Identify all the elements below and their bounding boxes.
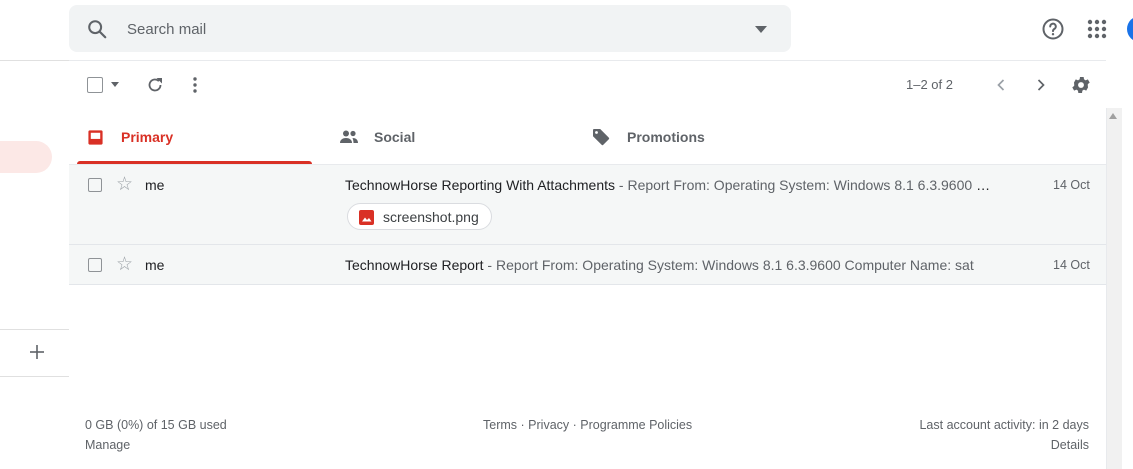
search-input[interactable]: [125, 15, 729, 44]
footer-separator: ·: [572, 418, 577, 432]
sidebar-active-item[interactable]: [0, 141, 52, 173]
email-sender: me: [145, 257, 165, 273]
search-bar[interactable]: [69, 5, 791, 52]
search-icon[interactable]: [86, 18, 108, 40]
footer-links: Terms · Privacy · Programme Policies: [483, 418, 692, 432]
more-options-icon[interactable]: [185, 75, 205, 95]
add-label-icon[interactable]: [28, 343, 46, 361]
privacy-link[interactable]: Privacy: [528, 418, 569, 432]
email-subject-line: TechnowHorse Reporting With Attachments …: [345, 177, 997, 193]
email-snippet: - Report From: Operating System: Windows…: [618, 177, 997, 193]
email-sender: me: [145, 177, 165, 193]
refresh-icon[interactable]: [145, 75, 165, 95]
footer-separator: ·: [520, 418, 525, 432]
storage-usage: 0 GB (0%) of 15 GB used: [85, 418, 227, 432]
terms-link[interactable]: Terms: [483, 418, 517, 432]
attachment-chip[interactable]: screenshot.png: [347, 203, 492, 230]
email-subject: TechnowHorse Reporting With Attachments: [345, 177, 616, 193]
star-icon[interactable]: ☆: [116, 255, 133, 274]
select-dropdown-caret-icon[interactable]: [110, 82, 120, 88]
toolbar-top-border: [69, 60, 1106, 61]
sidebar-divider: [0, 329, 69, 330]
attachment-name: screenshot.png: [383, 209, 479, 225]
scrollbar[interactable]: [1106, 108, 1122, 469]
account-avatar[interactable]: [1127, 16, 1133, 42]
people-icon: [340, 130, 358, 143]
manage-storage-link[interactable]: Manage: [85, 438, 130, 452]
email-subject: TechnowHorse Report: [345, 257, 484, 273]
tab-primary[interactable]: Primary: [87, 110, 173, 164]
page-count: 1–2 of 2: [906, 77, 953, 92]
scroll-up-arrow-icon[interactable]: [1109, 113, 1117, 119]
email-date: 14 Oct: [1053, 258, 1090, 272]
email-snippet: - Report From: Operating System: Windows…: [483, 257, 974, 273]
apps-grid-icon[interactable]: [1085, 17, 1109, 41]
help-circle-icon[interactable]: [1041, 17, 1065, 41]
last-account-activity: Last account activity: in 2 days: [919, 418, 1089, 432]
sidebar-divider: [0, 60, 69, 61]
email-date: 14 Oct: [1053, 178, 1090, 192]
select-all-checkbox[interactable]: [87, 77, 103, 93]
image-file-icon: [359, 210, 374, 225]
details-link[interactable]: Details: [1051, 438, 1089, 452]
programme-policies-link[interactable]: Programme Policies: [580, 418, 692, 432]
email-subject-line: TechnowHorse Report - Report From: Opera…: [345, 257, 997, 273]
row-checkbox[interactable]: [88, 258, 102, 272]
tab-label: Promotions: [627, 129, 705, 145]
inbox-icon: [88, 129, 103, 145]
star-icon[interactable]: ☆: [116, 175, 133, 194]
tab-promotions[interactable]: Promotions: [592, 110, 705, 164]
tag-icon: [593, 129, 610, 146]
sidebar-divider: [0, 376, 69, 377]
settings-gear-icon[interactable]: [1070, 74, 1092, 96]
row-checkbox[interactable]: [88, 178, 102, 192]
tab-label: Primary: [121, 129, 174, 145]
chevron-right-icon[interactable]: [1031, 75, 1051, 95]
chevron-left-icon[interactable]: [991, 75, 1011, 95]
search-options-caret-icon[interactable]: [753, 23, 769, 35]
tab-label: Social: [374, 129, 416, 145]
tab-social[interactable]: Social: [339, 110, 415, 164]
